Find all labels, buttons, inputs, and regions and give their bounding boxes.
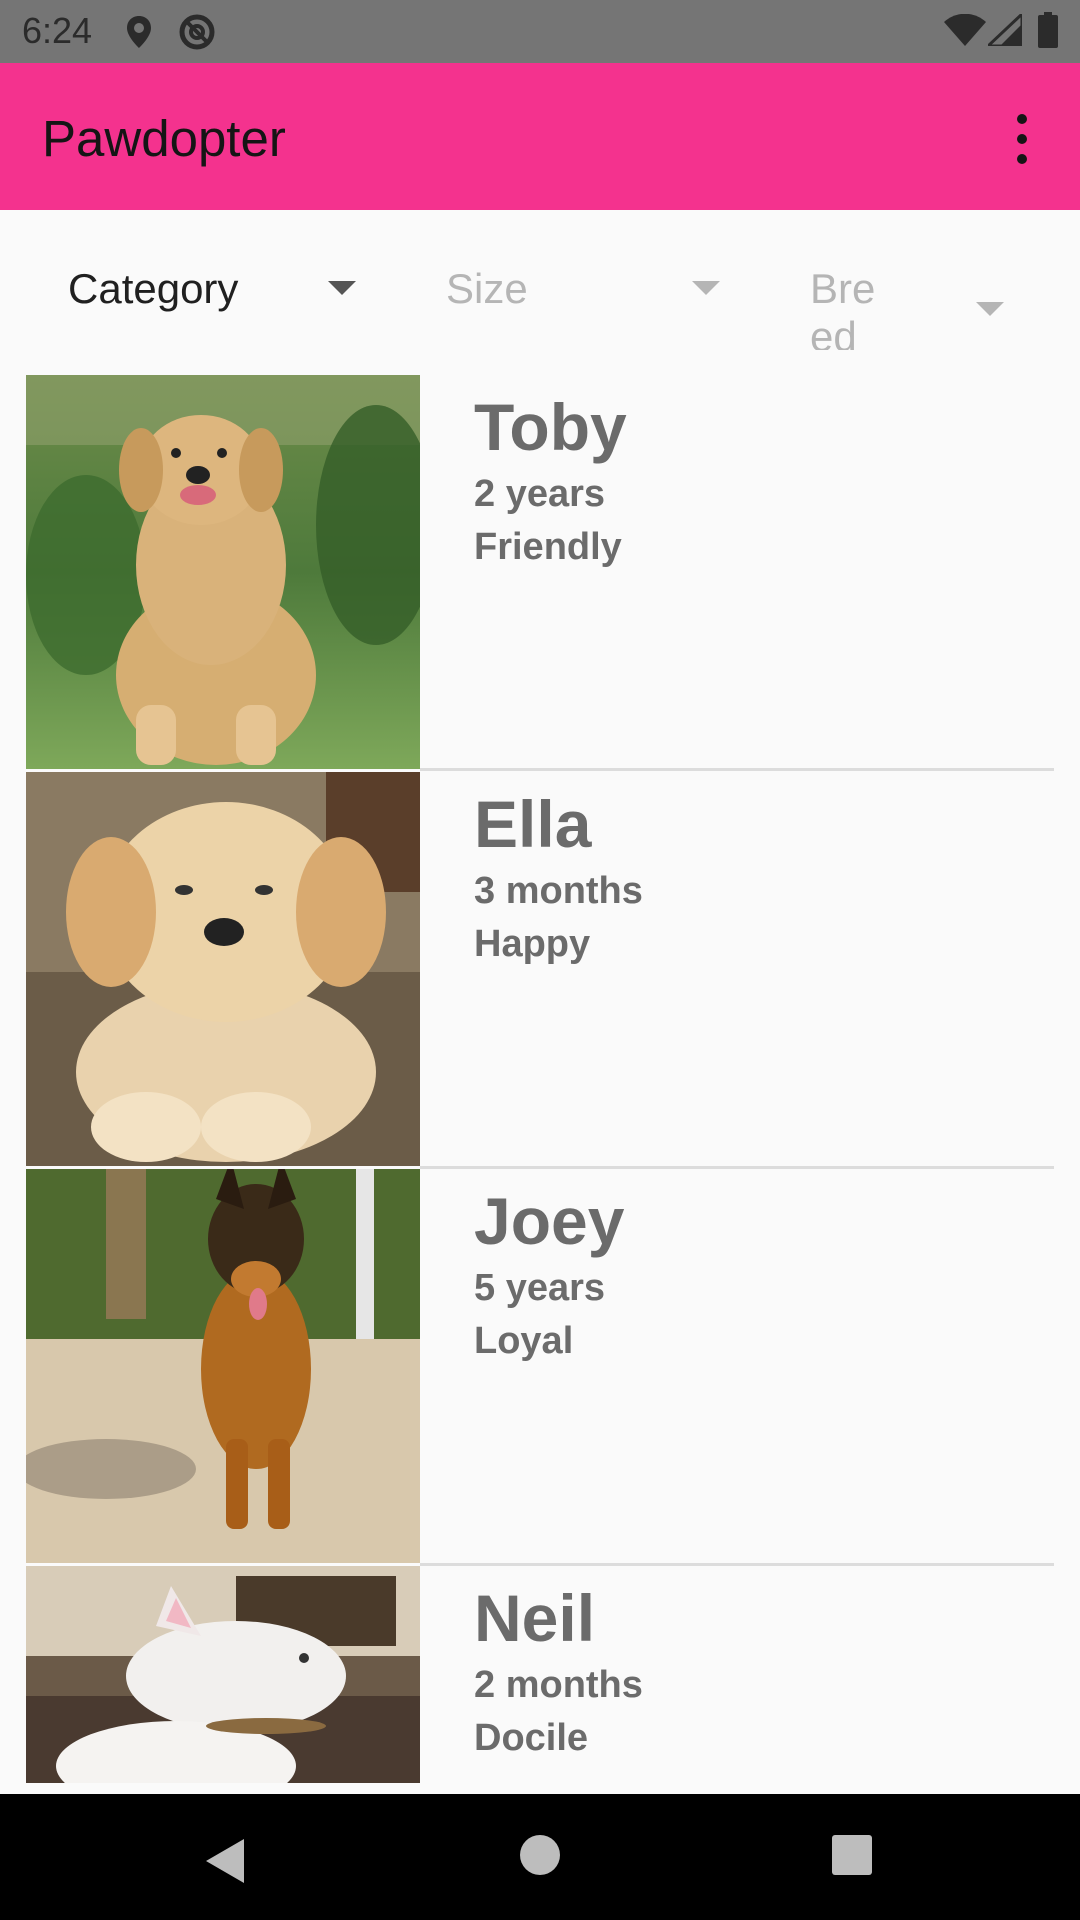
pet-age: 2 months — [474, 1664, 643, 1706]
pet-name: Ella — [474, 787, 592, 861]
home-icon[interactable] — [520, 1835, 560, 1875]
category-dropdown[interactable]: Category — [68, 250, 368, 350]
list-item[interactable]: Toby 2 years Friendly — [26, 375, 1054, 771]
recents-icon[interactable] — [832, 1835, 872, 1875]
list-item[interactable]: Neil 2 months Docile — [26, 1566, 1054, 1783]
category-dropdown-label: Category — [68, 265, 239, 312]
wifi-icon — [944, 13, 986, 51]
pet-trait: Friendly — [474, 526, 622, 568]
back-icon[interactable] — [206, 1839, 246, 1888]
navigation-bar — [0, 1794, 1080, 1920]
location-icon — [126, 16, 152, 53]
app-title: Pawdopter — [42, 110, 286, 167]
pet-trait: Loyal — [474, 1320, 574, 1362]
app-bar: Pawdopter — [0, 63, 1080, 210]
pet-photo — [26, 375, 420, 769]
size-dropdown-label: Size — [446, 265, 528, 312]
chevron-down-icon — [692, 281, 720, 295]
battery-icon — [1038, 12, 1058, 53]
pet-age: 3 months — [474, 870, 643, 912]
more-vert-icon[interactable] — [1002, 112, 1042, 166]
list-item[interactable]: Joey 5 years Loyal — [26, 1169, 1054, 1566]
status-time: 6:24 — [22, 10, 93, 51]
at-sign-icon — [178, 13, 216, 56]
pet-name: Toby — [474, 390, 627, 464]
pet-age: 5 years — [474, 1267, 606, 1309]
divider — [420, 768, 1054, 771]
breed-dropdown-label: Bre ed — [810, 265, 876, 350]
pet-photo — [26, 1169, 420, 1563]
signal-icon — [984, 10, 1024, 51]
pet-trait: Docile — [474, 1717, 589, 1759]
pet-name: Joey — [474, 1184, 625, 1258]
chevron-down-icon — [976, 302, 1004, 316]
pet-age: 2 years — [474, 473, 606, 515]
size-dropdown[interactable]: Size — [446, 250, 736, 350]
pet-name: Neil — [474, 1581, 596, 1655]
list-item[interactable]: Ella 3 months Happy — [26, 772, 1054, 1169]
pet-photo — [26, 1566, 420, 1783]
breed-dropdown[interactable]: Bre ed — [810, 250, 1020, 350]
pet-trait: Happy — [474, 923, 591, 965]
chevron-down-icon — [328, 281, 356, 295]
pet-photo — [26, 772, 420, 1166]
status-bar: 6:24 — [0, 0, 1080, 63]
